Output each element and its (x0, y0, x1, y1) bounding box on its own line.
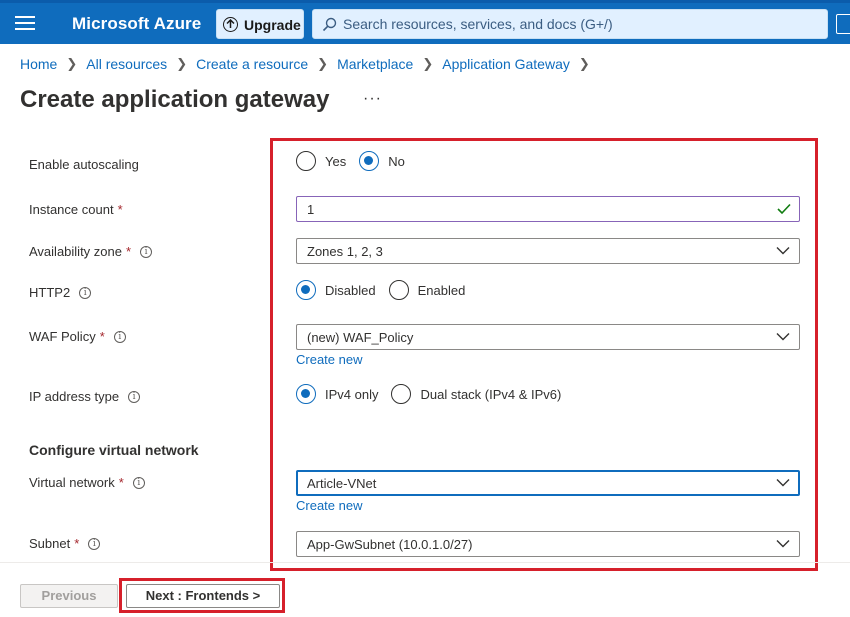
http2-label: HTTP2 i (29, 285, 92, 300)
chevron-down-icon (776, 540, 790, 548)
breadcrumb-application-gateway[interactable]: Application Gateway (442, 56, 570, 72)
breadcrumb-all-resources[interactable]: All resources (86, 56, 167, 72)
radio-checked-icon (296, 384, 316, 404)
dual-stack-label: Dual stack (IPv4 & IPv6) (420, 386, 562, 402)
http2-enabled-radio[interactable]: Enabled (388, 280, 466, 300)
autoscaling-yes-radio[interactable]: Yes (296, 151, 346, 171)
chevron-right-icon: ❯ (422, 56, 434, 71)
waf-create-new-link[interactable]: Create new (296, 352, 362, 367)
ipv4-only-label: IPv4 only (325, 386, 379, 402)
ip-type-label-text: IP address type (29, 389, 120, 404)
breadcrumb-marketplace[interactable]: Marketplace (337, 56, 413, 72)
autoscaling-label: Enable autoscaling (29, 157, 139, 172)
availability-zone-dropdown[interactable]: Zones 1, 2, 3 (296, 238, 800, 264)
radio-unchecked-icon (296, 151, 316, 171)
http2-label-text: HTTP2 (29, 285, 71, 300)
subnet-value: App-GwSubnet (10.0.1.0/27) (307, 537, 473, 552)
required-marker: * (99, 329, 105, 344)
waf-policy-label-text: WAF Policy (29, 329, 96, 344)
checkmark-icon (777, 203, 791, 215)
ipv4-only-radio[interactable]: IPv4 only (296, 384, 378, 404)
radio-checked-icon (359, 151, 380, 171)
ip-type-label: IP address type i (29, 389, 141, 404)
upgrade-label: Upgrade (244, 17, 301, 33)
more-options-icon[interactable]: ··· (363, 90, 382, 108)
info-icon[interactable]: i (128, 390, 141, 403)
ip-type-radio-group: IPv4 only Dual stack (IPv4 & IPv6) (296, 384, 574, 404)
availability-zone-value: Zones 1, 2, 3 (307, 244, 383, 259)
instance-count-label-text: Instance count (29, 202, 114, 217)
waf-policy-label: WAF Policy * i (29, 329, 126, 344)
availability-zone-label: Availability zone * i (29, 244, 153, 259)
instance-count-value: 1 (307, 202, 315, 217)
http2-disabled-radio[interactable]: Disabled (296, 280, 376, 300)
vnet-section-title: Configure virtual network (29, 442, 199, 458)
chevron-right-icon: ❯ (317, 56, 329, 71)
instance-count-label: Instance count * (29, 202, 123, 217)
virtual-network-value: Article-VNet (307, 476, 377, 491)
previous-button[interactable]: Previous (20, 584, 118, 608)
subnet-dropdown[interactable]: App-GwSubnet (10.0.1.0/27) (296, 531, 800, 557)
info-icon[interactable]: i (132, 476, 145, 489)
next-frontends-button[interactable]: Next : Frontends > (126, 584, 280, 608)
instance-count-input[interactable]: 1 (296, 196, 800, 222)
breadcrumb-create-resource[interactable]: Create a resource (196, 56, 308, 72)
radio-checked-icon (296, 280, 316, 300)
cloud-shell-icon[interactable] (836, 14, 850, 34)
availability-zone-label-text: Availability zone (29, 244, 122, 259)
required-marker: * (118, 475, 124, 490)
http2-enabled-label: Enabled (417, 282, 466, 298)
search-input[interactable] (343, 14, 813, 34)
virtual-network-label: Virtual network * i (29, 475, 145, 490)
breadcrumb: Home ❯ All resources ❯ Create a resource… (20, 56, 599, 72)
radio-unchecked-icon (388, 280, 409, 300)
waf-policy-dropdown[interactable]: (new) WAF_Policy (296, 324, 800, 350)
autoscaling-no-label: No (388, 153, 405, 169)
top-bar: Microsoft Azure Upgrade (0, 0, 850, 44)
footer-divider (0, 562, 850, 563)
chevron-down-icon (776, 479, 790, 487)
chevron-right-icon: ❯ (176, 56, 188, 71)
http2-disabled-label: Disabled (325, 282, 376, 298)
waf-policy-value: (new) WAF_Policy (307, 330, 414, 345)
menu-icon[interactable] (15, 16, 35, 32)
http2-radio-group: Disabled Enabled (296, 280, 478, 300)
required-marker: * (74, 536, 80, 551)
required-marker: * (117, 202, 123, 217)
virtual-network-label-text: Virtual network (29, 475, 115, 490)
brand-title[interactable]: Microsoft Azure (72, 14, 201, 34)
virtual-network-dropdown[interactable]: Article-VNet (296, 470, 800, 496)
chevron-down-icon (776, 247, 790, 255)
search-icon (322, 17, 337, 32)
dual-stack-radio[interactable]: Dual stack (IPv4 & IPv6) (391, 384, 561, 404)
required-marker: * (125, 244, 132, 259)
upgrade-button[interactable]: Upgrade (216, 9, 304, 39)
autoscaling-radio-group: Yes No (296, 151, 418, 171)
info-icon[interactable]: i (79, 286, 92, 299)
autoscaling-yes-label: Yes (325, 153, 347, 169)
subnet-label-text: Subnet (29, 536, 71, 551)
autoscaling-no-radio[interactable]: No (359, 151, 405, 171)
autoscaling-label-text: Enable autoscaling (29, 157, 139, 172)
page-title: Create application gateway (20, 86, 330, 113)
info-icon[interactable]: i (113, 330, 126, 343)
chevron-down-icon (776, 333, 790, 341)
info-icon[interactable]: i (88, 537, 101, 550)
subnet-label: Subnet * i (29, 536, 101, 551)
radio-unchecked-icon (391, 384, 412, 404)
global-search[interactable] (312, 9, 828, 39)
upgrade-arrow-icon (223, 17, 238, 32)
breadcrumb-home[interactable]: Home (20, 56, 57, 72)
info-icon[interactable]: i (140, 245, 153, 258)
chevron-right-icon: ❯ (66, 56, 78, 71)
chevron-right-icon: ❯ (578, 56, 590, 71)
vnet-create-new-link[interactable]: Create new (296, 498, 362, 513)
